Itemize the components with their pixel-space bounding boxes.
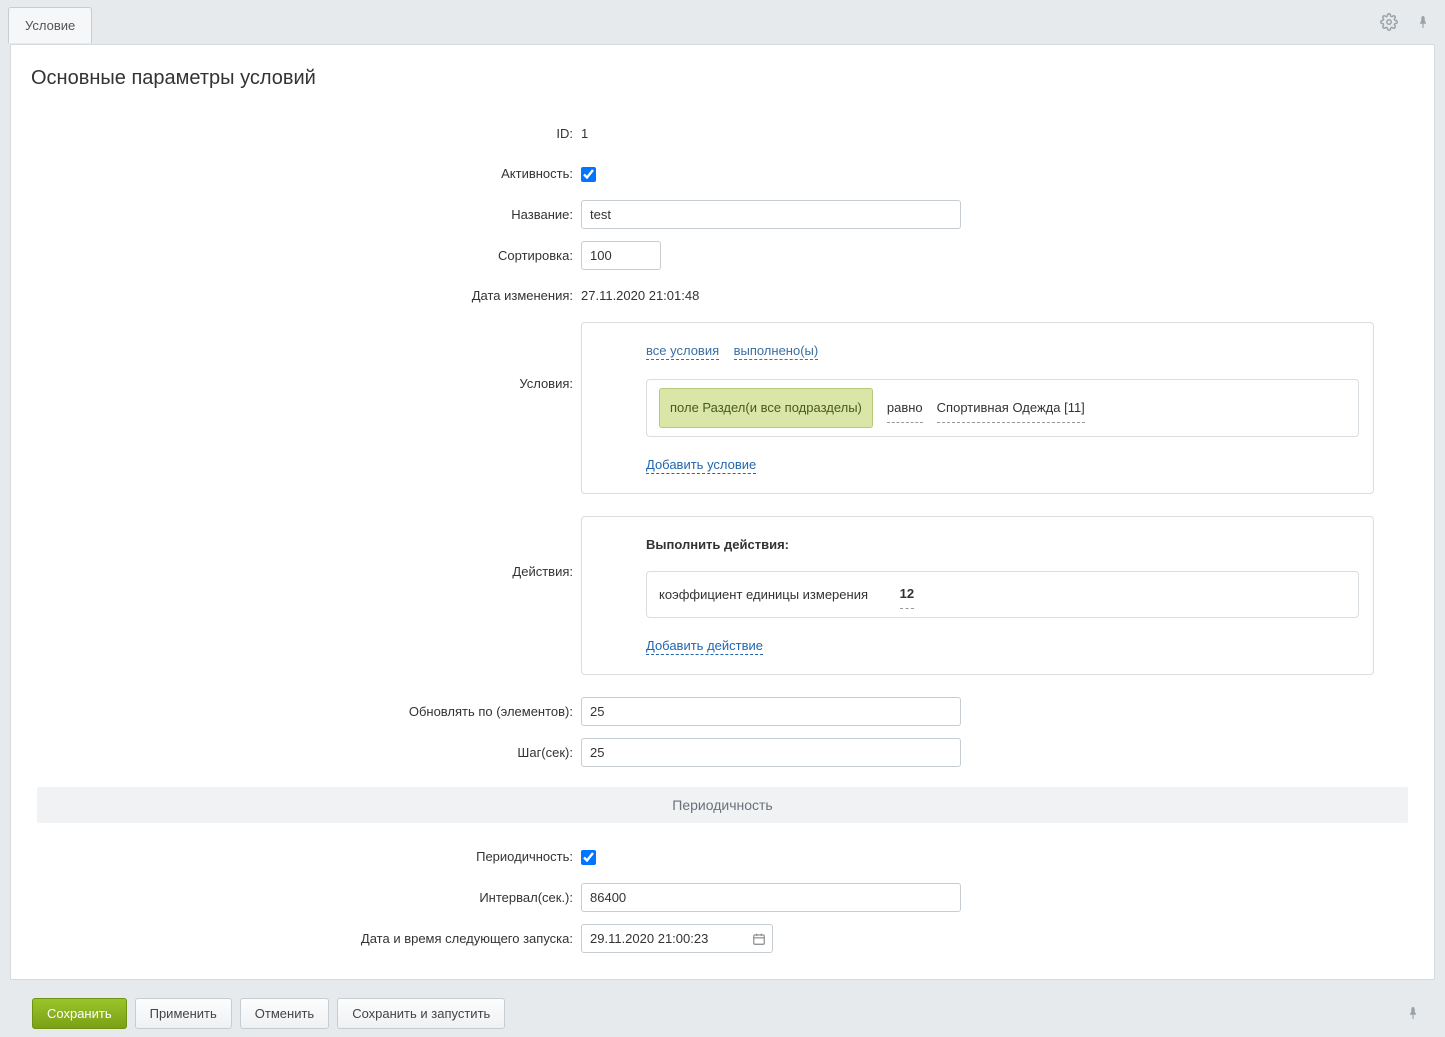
conditions-done-link[interactable]: выполнено(ы) (734, 343, 819, 360)
checkbox-active[interactable] (581, 167, 596, 182)
label-periodicity: Периодичность: (11, 843, 581, 871)
label-step: Шаг(сек): (11, 739, 581, 767)
condition-row: поле Раздел(и все подразделы) равно Спор… (646, 379, 1359, 437)
input-update-by[interactable] (581, 697, 961, 726)
date-picker-wrap (581, 924, 773, 953)
apply-button[interactable]: Применить (135, 998, 232, 1029)
save-button[interactable]: Сохранить (32, 998, 127, 1029)
row-id: ID: 1 (11, 114, 1434, 154)
actions-box-title: Выполнить действия: (646, 531, 1359, 559)
conditions-box: все условия выполнено(ы) поле Раздел(и в… (581, 322, 1374, 494)
input-interval[interactable] (581, 883, 961, 912)
checkbox-periodicity[interactable] (581, 850, 596, 865)
label-active: Активность: (11, 160, 581, 188)
label-sort: Сортировка: (11, 242, 581, 270)
label-next-run: Дата и время следующего запуска: (11, 925, 581, 953)
row-next-run: Дата и время следующего запуска: (11, 918, 1434, 959)
row-sort: Сортировка: (11, 235, 1434, 276)
condition-value[interactable]: Спортивная Одежда [11] (937, 394, 1085, 423)
actions-box: Выполнить действия: коэффициент единицы … (581, 516, 1374, 675)
action-name: коэффициент единицы измерения (659, 581, 868, 609)
label-date-modified: Дата изменения: (11, 282, 581, 310)
action-value[interactable]: 12 (900, 580, 914, 609)
input-name[interactable] (581, 200, 961, 229)
tab-condition-label: Условие (25, 18, 75, 33)
panel-title: Основные параметры условий (11, 45, 1434, 114)
conditions-all-link[interactable]: все условия (646, 343, 719, 360)
condition-field-chip[interactable]: поле Раздел(и все подразделы) (659, 388, 873, 428)
row-name: Название: (11, 194, 1434, 235)
tab-bar: Условие (0, 0, 1445, 44)
row-actions: Действия: Выполнить действия: коэффициен… (11, 510, 1434, 681)
cancel-button[interactable]: Отменить (240, 998, 329, 1029)
main-panel: Основные параметры условий ID: 1 Активно… (10, 44, 1435, 980)
section-periodicity-header: Периодичность (37, 787, 1408, 823)
row-update-by: Обновлять по (элементов): (11, 691, 1434, 732)
row-date-modified: Дата изменения: 27.11.2020 21:01:48 (11, 276, 1434, 316)
label-name: Название: (11, 201, 581, 229)
pin-icon[interactable] (1413, 12, 1433, 32)
row-active: Активность: (11, 154, 1434, 194)
condition-operator[interactable]: равно (887, 394, 923, 423)
label-conditions: Условия: (11, 322, 581, 398)
tab-condition[interactable]: Условие (8, 7, 92, 43)
value-date-modified: 27.11.2020 21:01:48 (581, 282, 1434, 310)
add-action-link[interactable]: Добавить действие (646, 638, 763, 655)
label-interval: Интервал(сек.): (11, 884, 581, 912)
label-id: ID: (11, 120, 581, 148)
action-row: коэффициент единицы измерения 12 (646, 571, 1359, 618)
value-id: 1 (581, 120, 1434, 148)
label-actions: Действия: (11, 516, 581, 586)
add-condition-link[interactable]: Добавить условие (646, 457, 756, 474)
conditions-header: все условия выполнено(ы) (646, 337, 1359, 365)
tab-bar-actions (1379, 12, 1433, 32)
row-periodicity: Периодичность: (11, 837, 1434, 877)
input-step[interactable] (581, 738, 961, 767)
label-update-by: Обновлять по (элементов): (11, 698, 581, 726)
input-sort[interactable] (581, 241, 661, 270)
row-interval: Интервал(сек.): (11, 877, 1434, 918)
input-next-run[interactable] (581, 924, 773, 953)
footer-pin[interactable] (1403, 1003, 1423, 1025)
row-conditions: Условия: все условия выполнено(ы) поле Р… (11, 316, 1434, 500)
save-and-run-button[interactable]: Сохранить и запустить (337, 998, 505, 1029)
footer-bar: Сохранить Применить Отменить Сохранить и… (0, 990, 1445, 1037)
row-step: Шаг(сек): (11, 732, 1434, 773)
gear-icon[interactable] (1379, 12, 1399, 32)
pin-icon-footer[interactable] (1403, 1003, 1423, 1023)
